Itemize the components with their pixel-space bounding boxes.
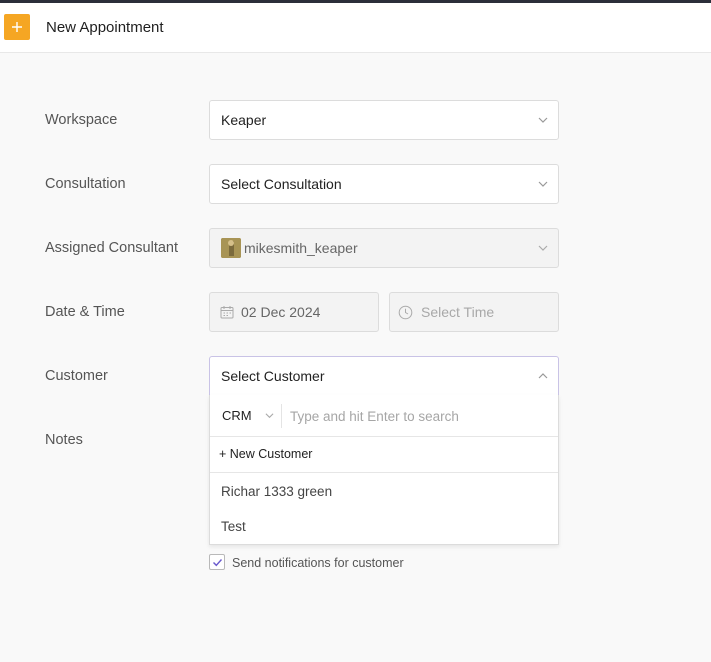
notes-label: Notes (45, 432, 83, 448)
chevron-down-icon[interactable] (265, 411, 274, 420)
customer-select[interactable]: Select Customer (209, 356, 559, 396)
clock-icon (398, 305, 413, 319)
chevron-down-icon (538, 181, 548, 187)
page-title: New Appointment (46, 19, 164, 36)
plus-icon (12, 22, 22, 32)
time-placeholder: Select Time (421, 304, 495, 320)
consultation-value: Select Consultation (221, 176, 342, 192)
workspace-select[interactable]: Keaper (209, 100, 559, 140)
list-item[interactable]: Test (210, 510, 558, 544)
chevron-down-icon (538, 117, 548, 123)
divider (281, 404, 282, 428)
customer-value: Select Customer (221, 368, 325, 384)
new-customer-button[interactable]: + New Customer (210, 437, 558, 473)
consultation-label: Consultation (45, 176, 126, 192)
source-select[interactable]: CRM (222, 408, 252, 423)
datetime-label: Date & Time (45, 304, 125, 320)
chevron-down-icon (538, 245, 548, 251)
notify-label: Send notifications for customer (232, 556, 404, 570)
customer-dropdown: CRM + New Customer Richar 1333 green Tes… (209, 395, 559, 545)
customer-search-row: CRM (210, 395, 558, 437)
workspace-value: Keaper (221, 112, 267, 128)
page-header: New Appointment (0, 3, 711, 53)
workspace-label: Workspace (45, 112, 118, 128)
list-item[interactable]: Richar 1333 green (210, 475, 558, 509)
check-icon (212, 558, 222, 566)
avatar (221, 238, 241, 258)
add-button[interactable] (4, 14, 30, 40)
notify-checkbox[interactable] (209, 554, 225, 570)
customer-label: Customer (45, 368, 108, 384)
date-value: 02 Dec 2024 (241, 304, 321, 320)
consultation-select[interactable]: Select Consultation (209, 164, 559, 204)
date-field[interactable]: 02 Dec 2024 (209, 292, 379, 332)
consultant-label: Assigned Consultant (45, 240, 178, 256)
customer-search-input[interactable] (290, 404, 550, 428)
chevron-up-icon (538, 373, 548, 379)
consultant-select[interactable]: mikesmith_keaper (209, 228, 559, 268)
time-field[interactable]: Select Time (389, 292, 559, 332)
calendar-icon (220, 306, 234, 319)
